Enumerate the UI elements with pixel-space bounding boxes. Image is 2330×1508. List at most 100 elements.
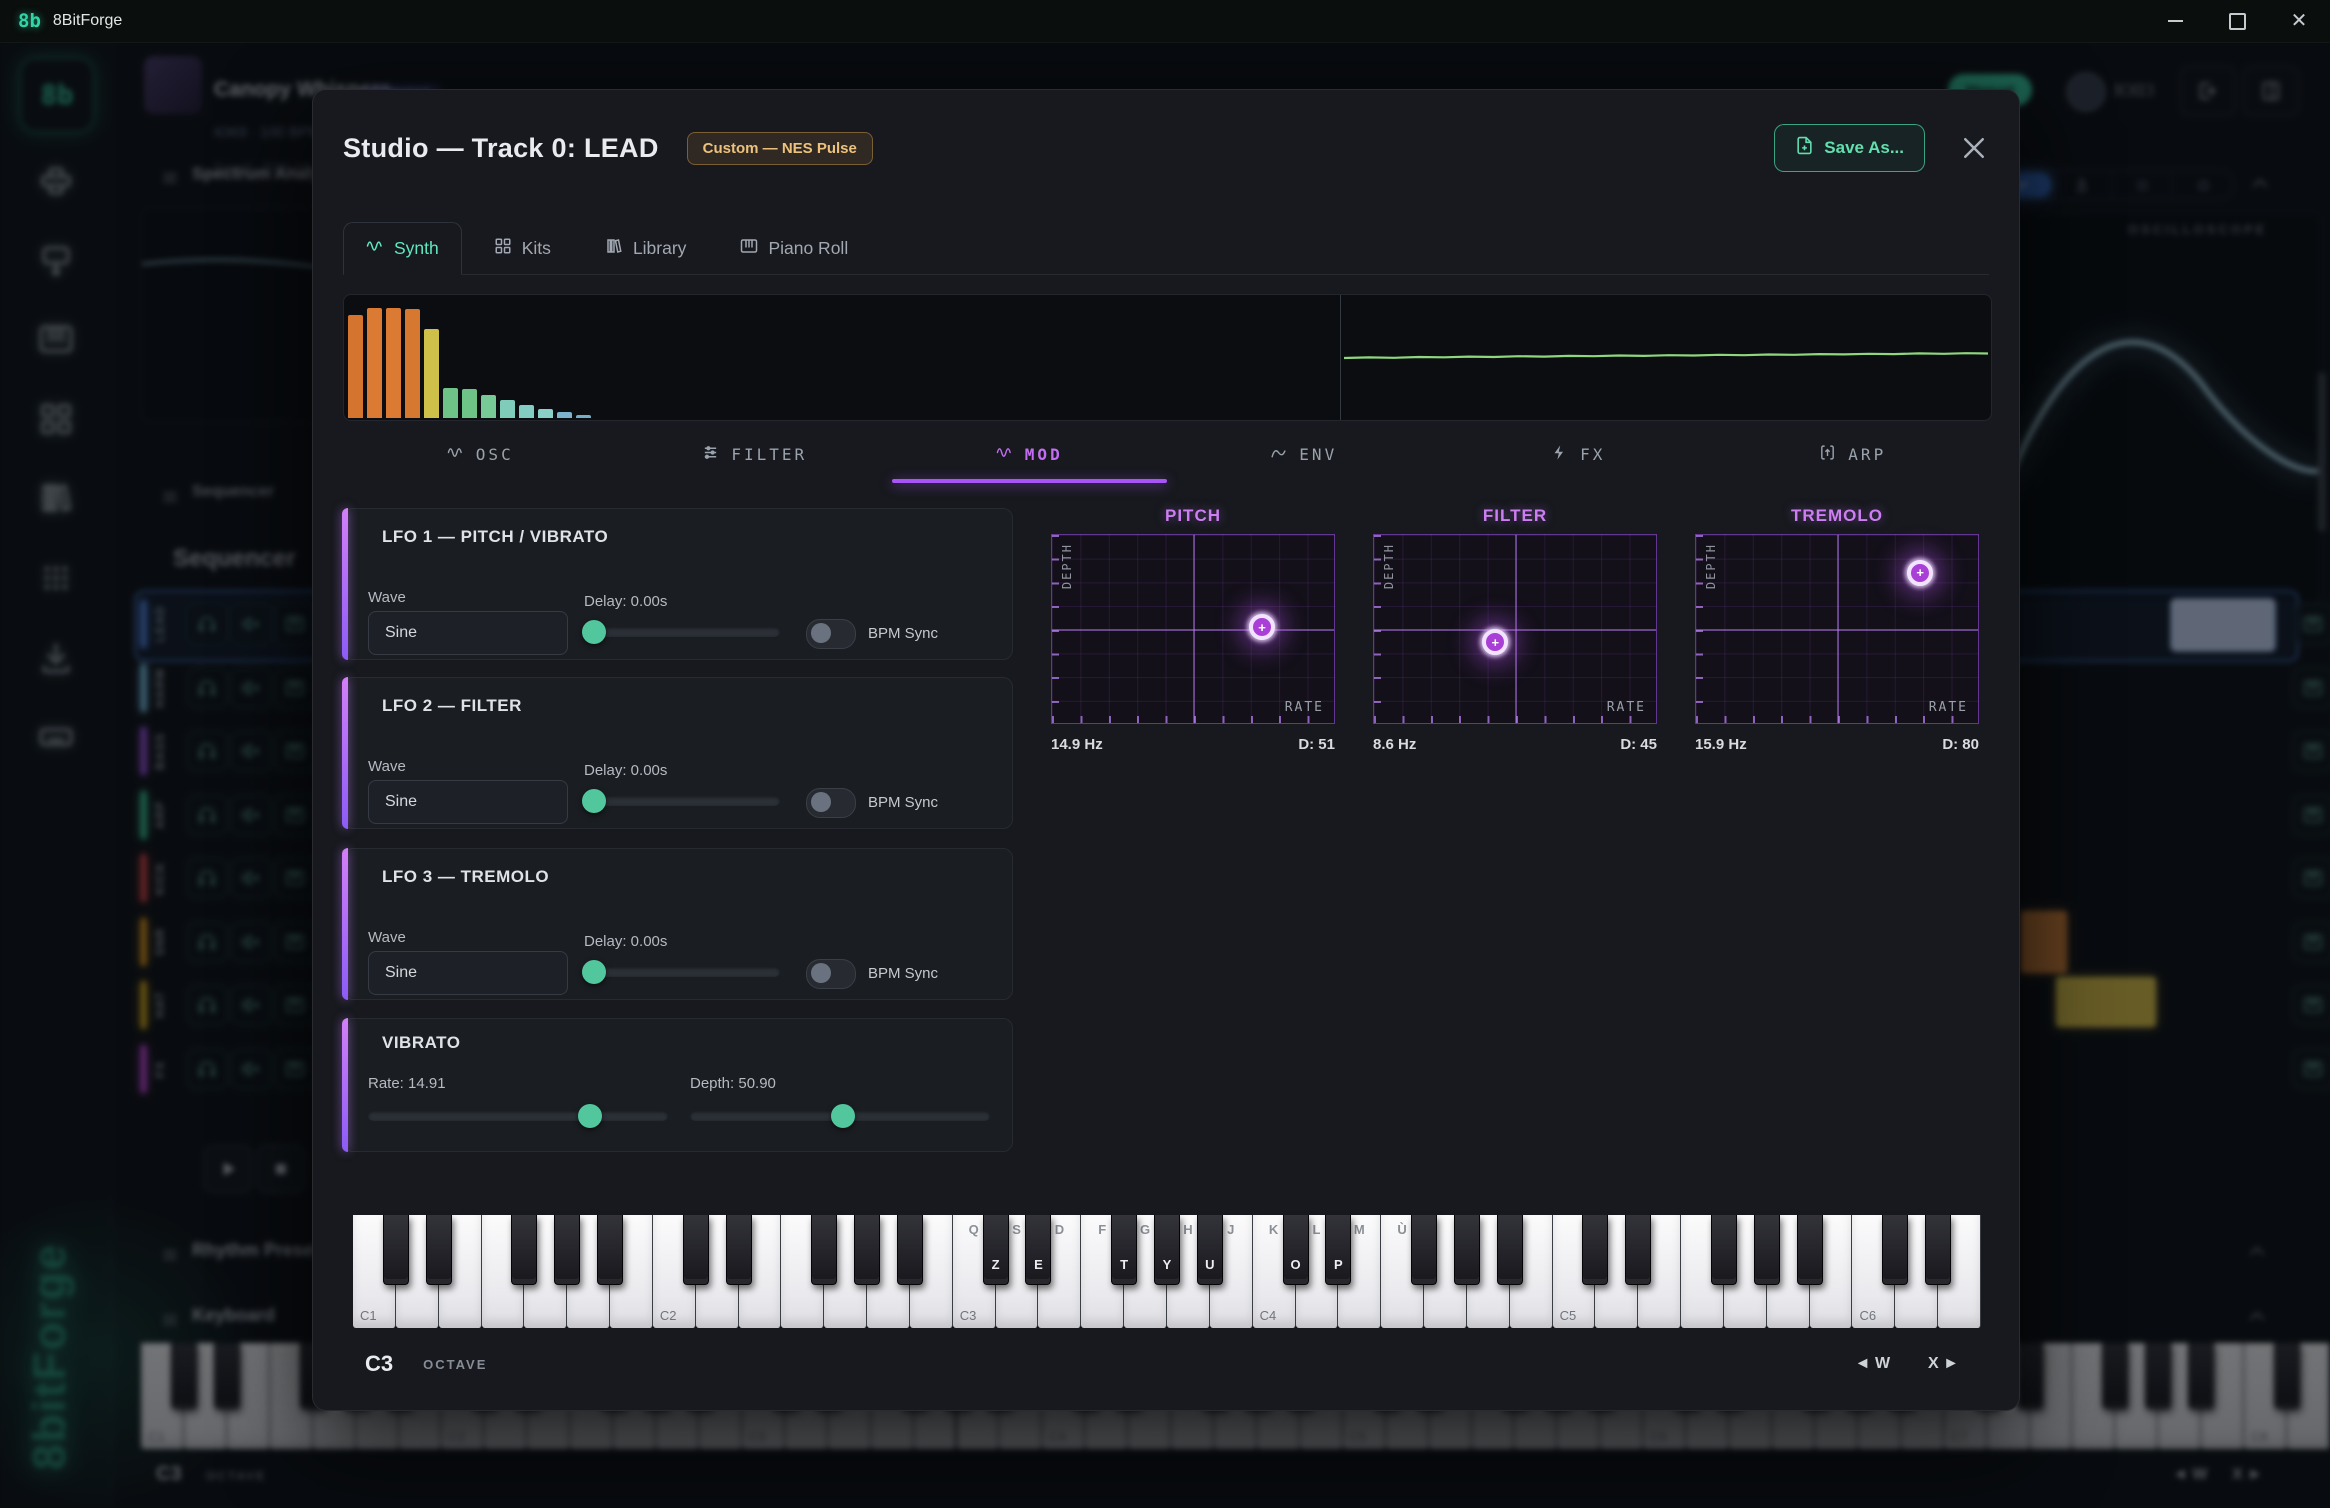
save-as-button[interactable]: Save As... (1774, 124, 1925, 172)
sliders-icon (702, 444, 719, 465)
library-icon (605, 237, 623, 260)
black-key-Cs5[interactable] (1582, 1215, 1608, 1285)
pad-handle[interactable] (1249, 614, 1275, 640)
vibrato-depth-slider[interactable] (690, 1111, 990, 1121)
subtab-filter[interactable]: FILTER (618, 436, 893, 483)
pad-y-label: DEPTH (1382, 543, 1396, 589)
black-key-As5[interactable] (1797, 1215, 1823, 1285)
black-key-Fs5[interactable] (1711, 1215, 1737, 1285)
key-letter: O (1284, 1257, 1308, 1272)
bpm-sync-toggle[interactable] (806, 788, 856, 818)
black-key-Ds4[interactable]: P (1325, 1215, 1351, 1285)
black-key-As1[interactable] (597, 1215, 623, 1285)
black-key-Fs3[interactable]: T (1111, 1215, 1137, 1285)
black-key-Ds3[interactable]: E (1025, 1215, 1051, 1285)
pad-x-label: RATE (1929, 700, 1968, 715)
studio-modal: Studio — Track 0: LEAD Custom — NES Puls… (312, 89, 2020, 1411)
tab-kits[interactable]: Kits (472, 223, 573, 274)
black-key-Ds6[interactable] (1925, 1215, 1951, 1285)
black-key-Gs3[interactable]: Y (1154, 1215, 1180, 1285)
octave-label: C1 (360, 1308, 377, 1323)
maximize-button[interactable] (2224, 8, 2250, 34)
minimize-button[interactable] (2162, 8, 2188, 34)
bpm-sync-toggle[interactable] (806, 619, 856, 649)
tab-synth[interactable]: Synth (343, 222, 462, 275)
black-key-Fs2[interactable] (811, 1215, 837, 1285)
delay-slider[interactable] (584, 627, 780, 637)
visualizer-panel (343, 294, 1992, 421)
slider-knob[interactable] (582, 789, 606, 813)
bpm-sync-label: BPM Sync (868, 625, 938, 642)
vibrato-rate-label: Rate: 14.91 (368, 1075, 446, 1092)
wave-select[interactable]: Sine (368, 611, 568, 655)
black-key-Cs3[interactable]: Z (983, 1215, 1009, 1285)
pad-rate-value: 14.9 Hz (1051, 736, 1103, 753)
slider-knob[interactable] (582, 620, 606, 644)
wave-select[interactable]: Sine (368, 780, 568, 824)
subtab-fx[interactable]: FX (1441, 436, 1716, 483)
lfo-panel-1: LFO 1 — PITCH / VIBRATOWaveSineDelay: 0.… (343, 508, 1013, 660)
spectrum-bars (348, 301, 591, 418)
black-key-Cs4[interactable]: O (1283, 1215, 1309, 1285)
pad-surface[interactable]: DEPTHRATE (1373, 534, 1657, 724)
black-key-Ds2[interactable] (726, 1215, 752, 1285)
vibrato-title: VIBRATO (382, 1033, 460, 1053)
spectrum-bar (538, 409, 553, 418)
panel-accent (342, 508, 348, 660)
black-key-Ds1[interactable] (426, 1215, 452, 1285)
spectrum-bar (348, 315, 363, 418)
oscilloscope-trace (1344, 295, 1989, 418)
wave-select[interactable]: Sine (368, 951, 568, 995)
octave-down-button[interactable]: ◄ W (1855, 1355, 1890, 1373)
panel-accent (342, 677, 348, 829)
delay-slider[interactable] (584, 796, 780, 806)
black-key-As2[interactable] (897, 1215, 923, 1285)
spectrum-bar (519, 405, 534, 418)
pad-handle[interactable] (1482, 629, 1508, 655)
spectrum-bar (500, 400, 515, 418)
octave-label: C2 (660, 1308, 677, 1323)
subtab-env[interactable]: ENV (1167, 436, 1442, 483)
delay-label: Delay: 0.00s (584, 593, 667, 610)
black-key-Cs6[interactable] (1882, 1215, 1908, 1285)
pad-rate-value: 8.6 Hz (1373, 736, 1416, 753)
spectrum-bar (557, 412, 572, 418)
pad-handle[interactable] (1907, 560, 1933, 586)
subtab-osc[interactable]: OSC (343, 436, 618, 483)
modal-footer: C3 OCTAVE ◄ W X ► (365, 1342, 1959, 1386)
black-key-Fs4[interactable] (1411, 1215, 1437, 1285)
subtab-mod[interactable]: MOD (892, 436, 1167, 483)
black-key-Gs5[interactable] (1754, 1215, 1780, 1285)
lfo-title: LFO 2 — FILTER (382, 696, 522, 716)
black-key-Fs1[interactable] (511, 1215, 537, 1285)
black-key-As3[interactable]: U (1197, 1215, 1223, 1285)
tab-piano-roll[interactable]: Piano Roll (718, 223, 870, 274)
pad-surface[interactable]: DEPTHRATE (1051, 534, 1335, 724)
wave-icon (447, 444, 464, 465)
y-ticks (1052, 535, 1059, 723)
black-key-Gs4[interactable] (1454, 1215, 1480, 1285)
vibrato-rate-slider[interactable] (368, 1111, 668, 1121)
tab-library[interactable]: Library (583, 223, 709, 274)
close-window-button[interactable]: ✕ (2286, 8, 2312, 34)
lfo-title: LFO 3 — TREMOLO (382, 867, 549, 887)
pad-surface[interactable]: DEPTHRATE (1695, 534, 1979, 724)
black-key-As4[interactable] (1497, 1215, 1523, 1285)
bpm-sync-toggle[interactable] (806, 959, 856, 989)
octave-up-button[interactable]: X ► (1928, 1355, 1959, 1373)
black-key-Cs1[interactable] (383, 1215, 409, 1285)
black-key-Gs2[interactable] (854, 1215, 880, 1285)
delay-slider[interactable] (584, 967, 780, 977)
slider-knob[interactable] (582, 960, 606, 984)
black-key-Gs1[interactable] (554, 1215, 580, 1285)
subtab-arp[interactable]: ARP (1716, 436, 1991, 483)
black-key-Cs2[interactable] (683, 1215, 709, 1285)
spectrum-bar (405, 309, 420, 418)
y-ticks (1374, 535, 1381, 723)
slider-knob[interactable] (578, 1104, 602, 1128)
slider-knob[interactable] (831, 1104, 855, 1128)
piano-icon (740, 237, 758, 260)
black-key-Ds5[interactable] (1625, 1215, 1651, 1285)
close-icon[interactable] (1959, 133, 1989, 163)
wave-icon (996, 444, 1013, 465)
